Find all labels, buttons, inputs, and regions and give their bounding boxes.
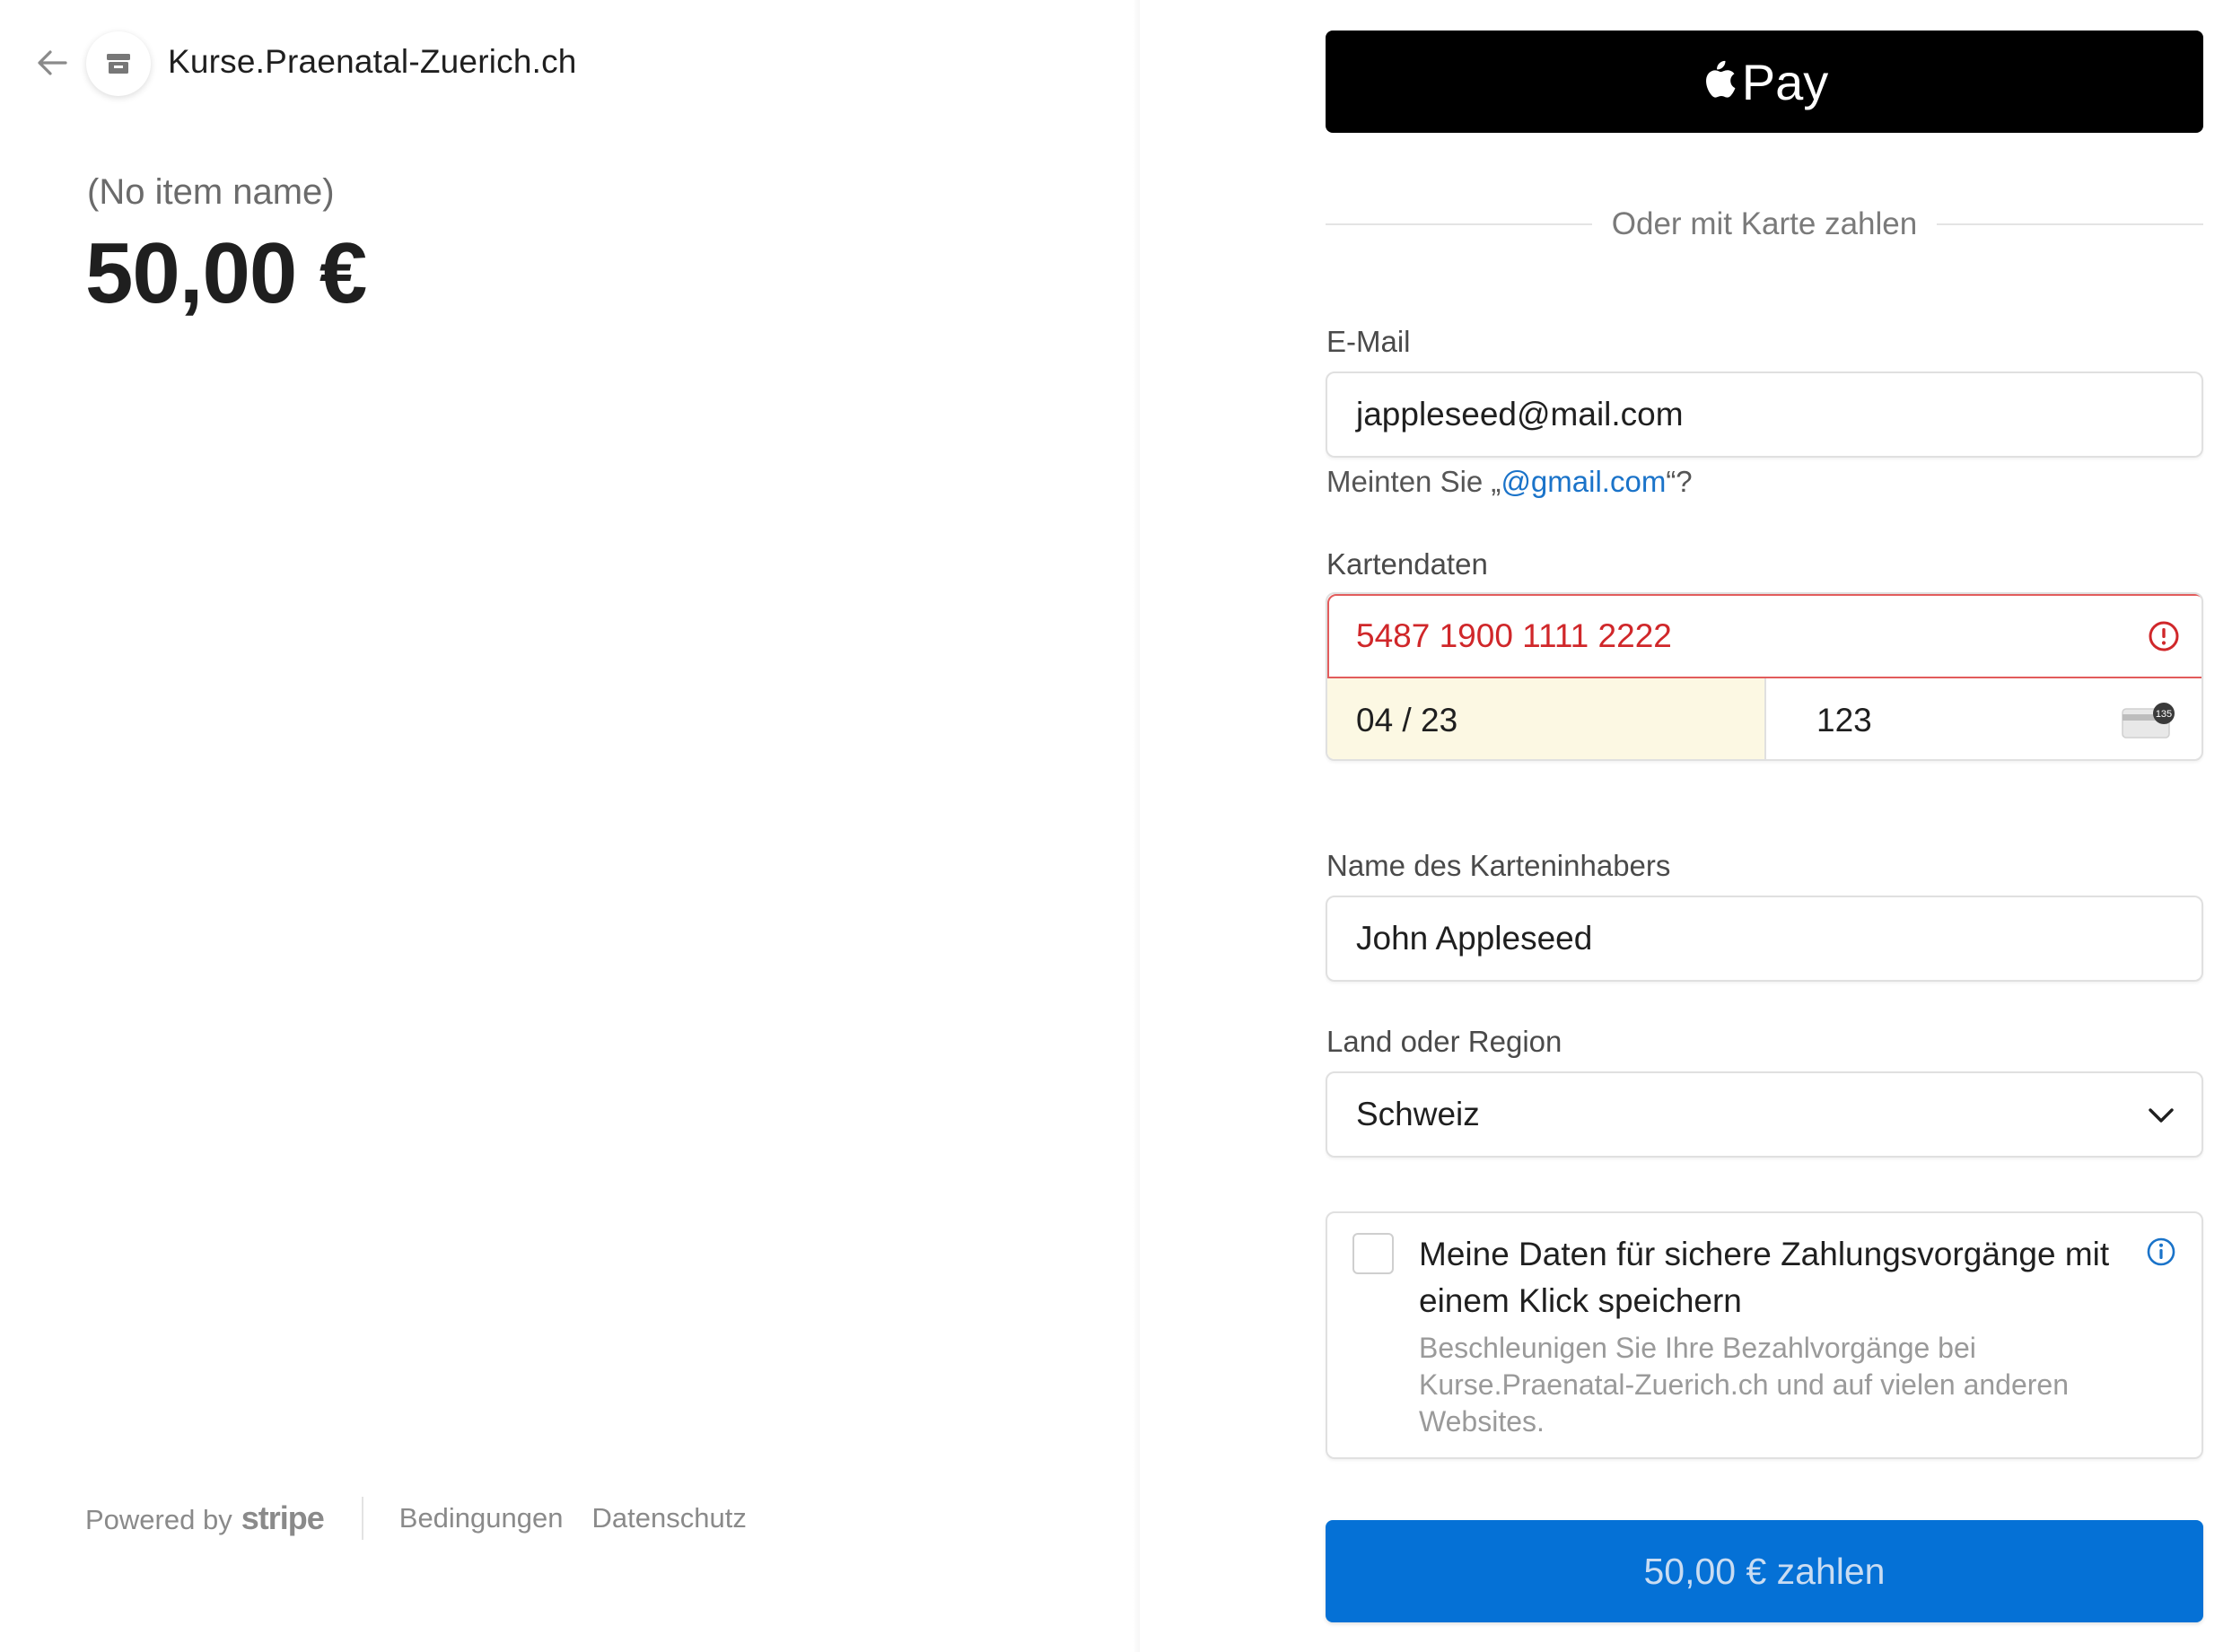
or-divider: Oder mit Karte zahlen bbox=[1326, 206, 2203, 242]
country-value: Schweiz bbox=[1356, 1096, 1480, 1132]
card-expiry-field[interactable]: 04 / 23 bbox=[1327, 678, 1766, 759]
card-number-value: 5487 1900 1111 2222 bbox=[1356, 617, 1672, 654]
back-arrow-icon[interactable] bbox=[34, 45, 70, 81]
error-icon bbox=[2148, 620, 2180, 660]
email-value: jappleseed@mail.com bbox=[1356, 396, 1684, 433]
save-info-description: Beschleunigen Sie Ihre Bezahlvorgänge be… bbox=[1419, 1332, 2069, 1438]
country-select[interactable]: Schweiz bbox=[1326, 1071, 2203, 1158]
pay-button-label: 50,00 € zahlen bbox=[1643, 1550, 1886, 1592]
info-icon[interactable] bbox=[2146, 1237, 2176, 1272]
apple-pay-label: Pay bbox=[1741, 53, 1829, 110]
divider-line-left bbox=[1326, 223, 1592, 225]
order-summary-panel: Kurse.Praenatal-Zuerich.ch (No item name… bbox=[0, 0, 1140, 1652]
apple-pay-button[interactable]: Pay bbox=[1326, 31, 2203, 133]
card-cvc-value: 123 bbox=[1816, 702, 1872, 739]
suggestion-prefix: Meinten Sie „ bbox=[1326, 465, 1501, 498]
divider-line-right bbox=[1937, 223, 2203, 225]
terms-link[interactable]: Bedingungen bbox=[399, 1502, 564, 1534]
cvc-card-icon: 135 bbox=[2121, 702, 2178, 749]
cardholder-field[interactable]: John Appleseed bbox=[1326, 896, 2203, 982]
footer-divider bbox=[361, 1497, 363, 1540]
country-label: Land oder Region bbox=[1326, 1025, 1562, 1058]
save-info-title: Meine Daten für sichere Zahlungsvorgänge… bbox=[1419, 1236, 2110, 1319]
privacy-link[interactable]: Datenschutz bbox=[592, 1502, 747, 1534]
card-label: Kartendaten bbox=[1326, 547, 1488, 581]
email-field[interactable]: jappleseed@mail.com bbox=[1326, 371, 2203, 458]
cardholder-label: Name des Karteninhabers bbox=[1326, 849, 1671, 882]
merchant-name: Kurse.Praenatal-Zuerich.ch bbox=[168, 43, 577, 80]
card-details-group: 5487 1900 1111 2222 04 / 23 123 135 bbox=[1326, 592, 2203, 761]
stripe-logo: stripe bbox=[241, 1499, 325, 1536]
cvc-icon-text: 135 bbox=[2156, 709, 2172, 720]
payment-form-panel: Pay Oder mit Karte zahlen E-Mail japples… bbox=[1140, 0, 2232, 1652]
card-number-field[interactable]: 5487 1900 1111 2222 bbox=[1327, 594, 2201, 678]
footer: Powered by stripe Bedingungen Datenschut… bbox=[85, 1497, 775, 1540]
email-label: E-Mail bbox=[1326, 325, 1411, 358]
pay-button[interactable]: 50,00 € zahlen bbox=[1326, 1520, 2203, 1622]
item-name: (No item name) bbox=[87, 172, 335, 212]
or-divider-text: Oder mit Karte zahlen bbox=[1611, 206, 1918, 241]
total-price: 50,00 € bbox=[85, 225, 367, 321]
suggestion-suffix: “? bbox=[1666, 465, 1693, 498]
chevron-down-icon bbox=[2146, 1100, 2176, 1139]
card-expiry-value: 04 / 23 bbox=[1356, 702, 1458, 739]
suggestion-link[interactable]: @gmail.com bbox=[1501, 465, 1666, 498]
store-icon bbox=[86, 31, 151, 96]
save-info-box: Meine Daten für sichere Zahlungsvorgänge… bbox=[1326, 1211, 2203, 1459]
save-info-checkbox[interactable] bbox=[1352, 1233, 1394, 1274]
cardholder-value: John Appleseed bbox=[1356, 920, 1593, 957]
powered-by-stripe[interactable]: Powered by stripe bbox=[85, 1499, 325, 1537]
apple-logo-icon bbox=[1705, 60, 1736, 98]
email-suggestion: Meinten Sie „@gmail.com“? bbox=[1326, 465, 1693, 499]
powered-by-text: Powered by bbox=[85, 1504, 232, 1535]
card-cvc-field[interactable]: 123 135 bbox=[1766, 678, 2201, 759]
